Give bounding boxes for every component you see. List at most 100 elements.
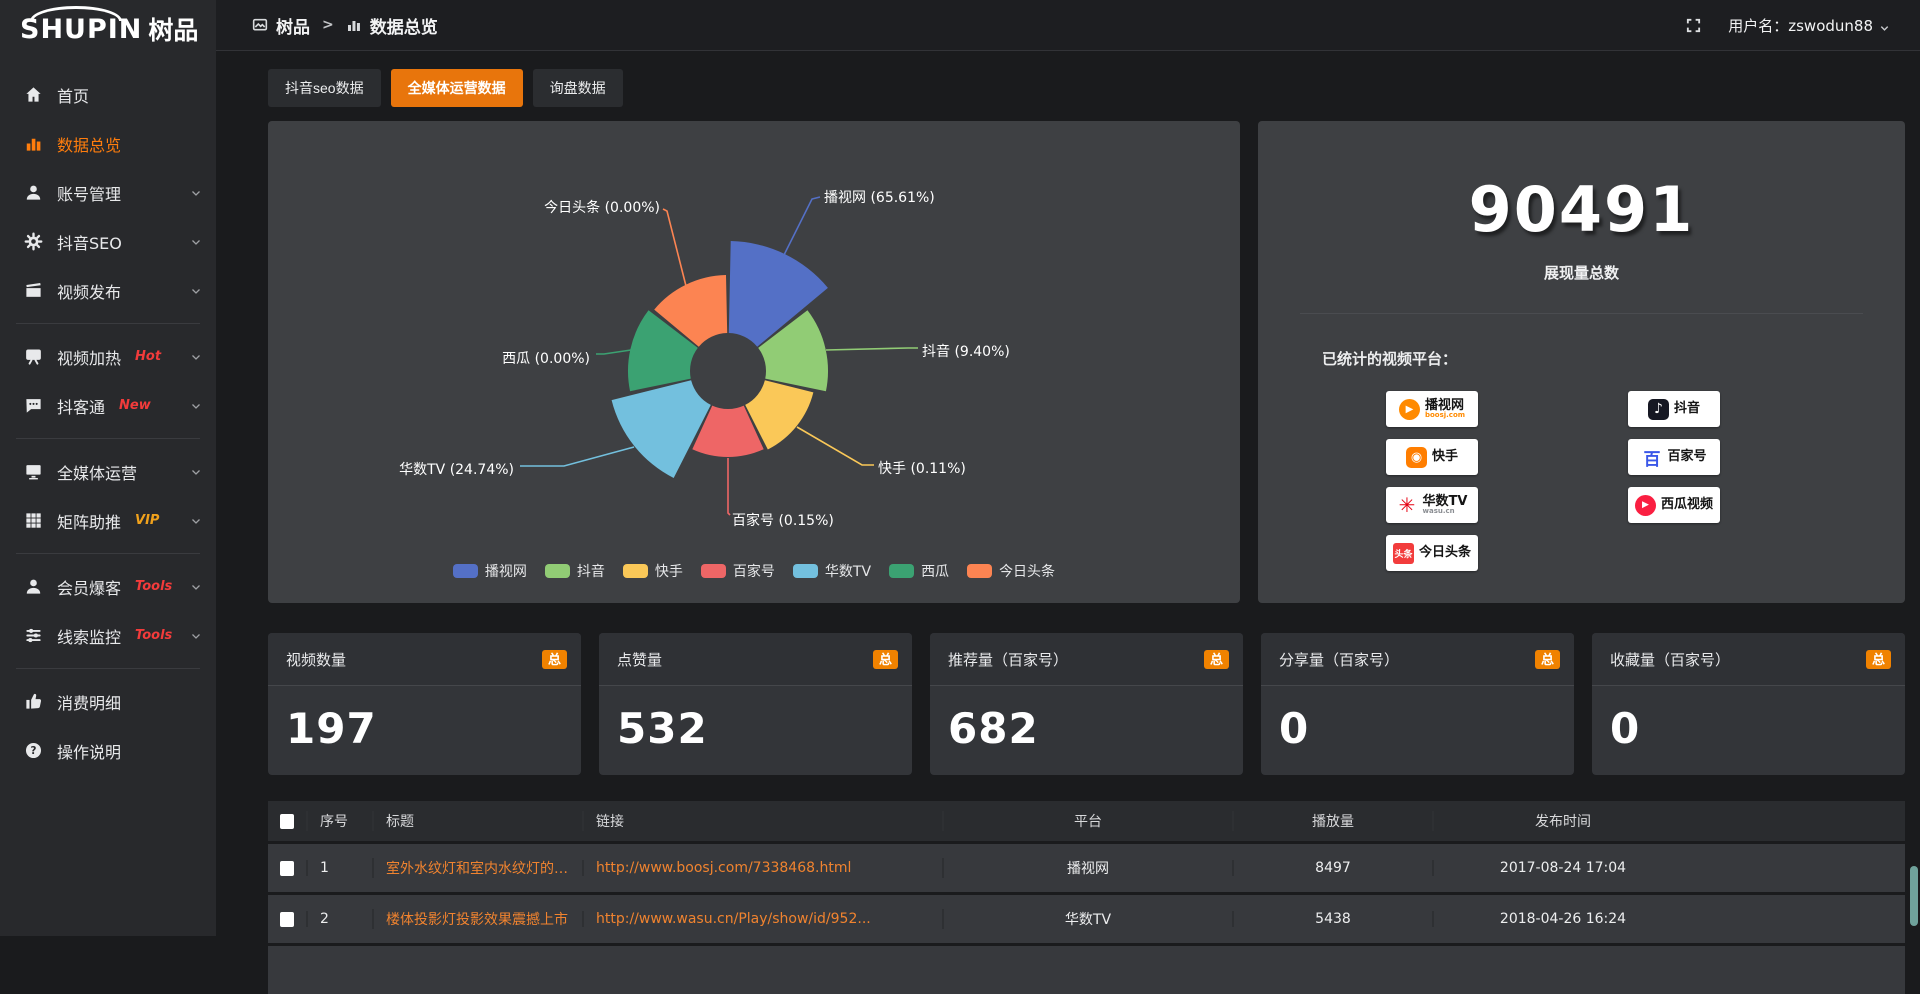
platforms-column-1: ▶播视网boosj.com◉快手✳华数TVwasu.cn头条今日头条 — [1386, 391, 1478, 571]
stat-card-title: 视频数量 — [286, 649, 346, 670]
sidebar-item-matrix-boost[interactable]: 矩阵助推VIP — [0, 496, 216, 545]
sidebar-item-member-baoke[interactable]: 会员爆客Tools — [0, 562, 216, 611]
platform-name: 百家号 — [1667, 450, 1706, 464]
total-badge[interactable]: 总 — [542, 650, 567, 669]
main-content: 抖音seo数据 全媒体运营数据 询盘数据 播视网 (65.61%)抖音 (9.4… — [216, 51, 1920, 994]
sidebar-item-label: 全媒体运营 — [57, 460, 137, 484]
chevron-down-icon — [190, 400, 202, 412]
row-checkbox[interactable] — [280, 912, 294, 927]
platforms-title: 已统计的视频平台： — [1322, 348, 1905, 369]
user-menu[interactable]: 用户名：zswodun88 — [1728, 15, 1890, 36]
table-header-row: 序号 标题 链接 平台 播放量 发布时间 — [268, 801, 1905, 841]
cell-title-link[interactable]: 楼体投影灯投影效果震撼上市 — [372, 909, 582, 929]
total-badge[interactable]: 总 — [1535, 650, 1560, 669]
platform-name: 西瓜视频 — [1661, 498, 1713, 512]
videos-table: 序号 标题 链接 平台 播放量 发布时间 1 室外水纹灯和室内水纹灯的区别和简介… — [268, 801, 1905, 994]
sidebar-item-consume-detail[interactable]: 消费明细 — [0, 677, 216, 726]
sidebar-item-label: 矩阵助推 — [57, 509, 121, 533]
tab-media-ops-data[interactable]: 全媒体运营数据 — [391, 69, 523, 107]
fullscreen-icon[interactable] — [1685, 17, 1702, 34]
stat-card-likes: 点赞量 总 532 — [599, 633, 912, 775]
platform-badge-播视网: ▶播视网boosj.com — [1386, 391, 1478, 427]
legend-swatch — [701, 564, 726, 578]
sidebar-item-account[interactable]: 账号管理 — [0, 168, 216, 217]
sidebar-item-data-overview[interactable]: 数据总览 — [0, 119, 216, 168]
tab-inquiry-data[interactable]: 询盘数据 — [533, 69, 623, 107]
sliders-icon — [24, 626, 43, 645]
legend-item-今日头条[interactable]: 今日头条 — [967, 561, 1055, 581]
cell-title-link[interactable]: 室外水纹灯和室内水纹灯的区别和简介 — [372, 858, 582, 878]
legend-item-百家号[interactable]: 百家号 — [701, 561, 775, 581]
total-badge[interactable]: 总 — [1204, 650, 1229, 669]
sidebar-item-help[interactable]: ?操作说明 — [0, 726, 216, 775]
breadcrumb-item-current: 数据总览 — [370, 13, 438, 38]
gear-icon — [24, 232, 43, 251]
sidebar-item-clue-monitor[interactable]: 线索监控Tools — [0, 611, 216, 660]
cell-published: 2018-04-26 16:24 — [1432, 911, 1692, 927]
rose-pie-chart[interactable]: 播视网 (65.61%)抖音 (9.40%)快手 (0.11%)百家号 (0.1… — [268, 121, 1240, 559]
sidebar-item-media-ops[interactable]: 全媒体运营 — [0, 447, 216, 496]
chevron-down-icon — [190, 187, 202, 199]
stat-card-title: 分享量（百家号） — [1279, 649, 1399, 670]
sidebar-item-douketong[interactable]: 抖客通New — [0, 381, 216, 430]
pie-label-line — [663, 209, 686, 286]
legend-swatch — [793, 564, 818, 578]
breadcrumb: 树品 > 数据总览 — [252, 13, 438, 38]
col-header-seq: 序号 — [306, 811, 372, 831]
total-impressions-value: 90491 — [1258, 173, 1905, 246]
sidebar-item-badge: New — [119, 398, 151, 413]
bar-chart-icon — [24, 134, 43, 153]
breadcrumb-item-home[interactable]: 树品 — [276, 13, 310, 38]
total-badge[interactable]: 总 — [1866, 650, 1891, 669]
xigua-icon: ▶ — [1635, 495, 1656, 516]
total-badge[interactable]: 总 — [873, 650, 898, 669]
tab-douyin-seo-data[interactable]: 抖音seo数据 — [268, 69, 381, 107]
sidebar-divider — [16, 323, 200, 324]
sidebar-item-label: 视频加热 — [57, 345, 121, 369]
sidebar-item-video-heat[interactable]: 视频加热Hot — [0, 332, 216, 381]
pie-label: 今日头条 (0.00%) — [544, 199, 660, 216]
cell-platform: 华数TV — [942, 909, 1232, 929]
screen-icon — [252, 17, 268, 33]
sidebar-menu: 首页数据总览账号管理抖音SEO 视频发布视频加热Hot抖客通New 全媒体运营矩阵助… — [0, 70, 216, 775]
legend-item-抖音[interactable]: 抖音 — [545, 561, 605, 581]
pie-slice-华数TV[interactable] — [612, 380, 711, 478]
pie-label-line — [797, 427, 874, 465]
cell-url-link[interactable]: http://www.wasu.cn/Play/show/id/952... — [582, 911, 942, 927]
platform-badge-抖音: ♪抖音 — [1628, 391, 1720, 427]
sidebar-item-home[interactable]: 首页 — [0, 70, 216, 119]
cell-url-link[interactable]: http://www.boosj.com/7338468.html — [582, 860, 942, 876]
clapper-icon — [24, 281, 43, 300]
grid-icon — [24, 511, 43, 530]
legend-item-播视网[interactable]: 播视网 — [453, 561, 527, 581]
legend-item-西瓜[interactable]: 西瓜 — [889, 561, 949, 581]
select-all-checkbox[interactable] — [280, 814, 294, 829]
sidebar-item-label: 抖音SEO — [57, 230, 122, 254]
scrollbar-thumb[interactable] — [1910, 866, 1918, 926]
legend-label: 百家号 — [733, 561, 775, 581]
pie-label: 抖音 (9.40%) — [922, 343, 1010, 360]
monitor-icon — [24, 462, 43, 481]
platform-badge-快手: ◉快手 — [1386, 439, 1478, 475]
sidebar-item-label: 操作说明 — [57, 739, 121, 763]
sidebar-item-douyin-seo[interactable]: 抖音SEO — [0, 217, 216, 266]
row-checkbox[interactable] — [280, 861, 294, 876]
legend-label: 播视网 — [485, 561, 527, 581]
sidebar-divider — [16, 668, 200, 669]
legend-item-快手[interactable]: 快手 — [623, 561, 683, 581]
platform-name: 今日头条 — [1419, 546, 1471, 560]
chevron-down-icon — [190, 236, 202, 248]
app-logo: SHUPIN 树品 — [0, 0, 216, 58]
sidebar-divider — [16, 438, 200, 439]
legend-label: 华数TV — [825, 561, 871, 581]
pie-label-line — [728, 458, 730, 515]
sidebar-item-video-publish[interactable]: 视频发布 — [0, 266, 216, 315]
chevron-down-icon — [190, 466, 202, 478]
cell-plays: 8497 — [1232, 860, 1432, 876]
chat-icon — [24, 396, 43, 415]
platform-badge-百家号: 百百家号 — [1628, 439, 1720, 475]
col-header-published: 发布时间 — [1432, 811, 1692, 831]
stat-card-recommends: 推荐量（百家号） 总 682 — [930, 633, 1243, 775]
stat-card-value: 532 — [599, 686, 912, 753]
legend-item-华数TV[interactable]: 华数TV — [793, 561, 871, 581]
